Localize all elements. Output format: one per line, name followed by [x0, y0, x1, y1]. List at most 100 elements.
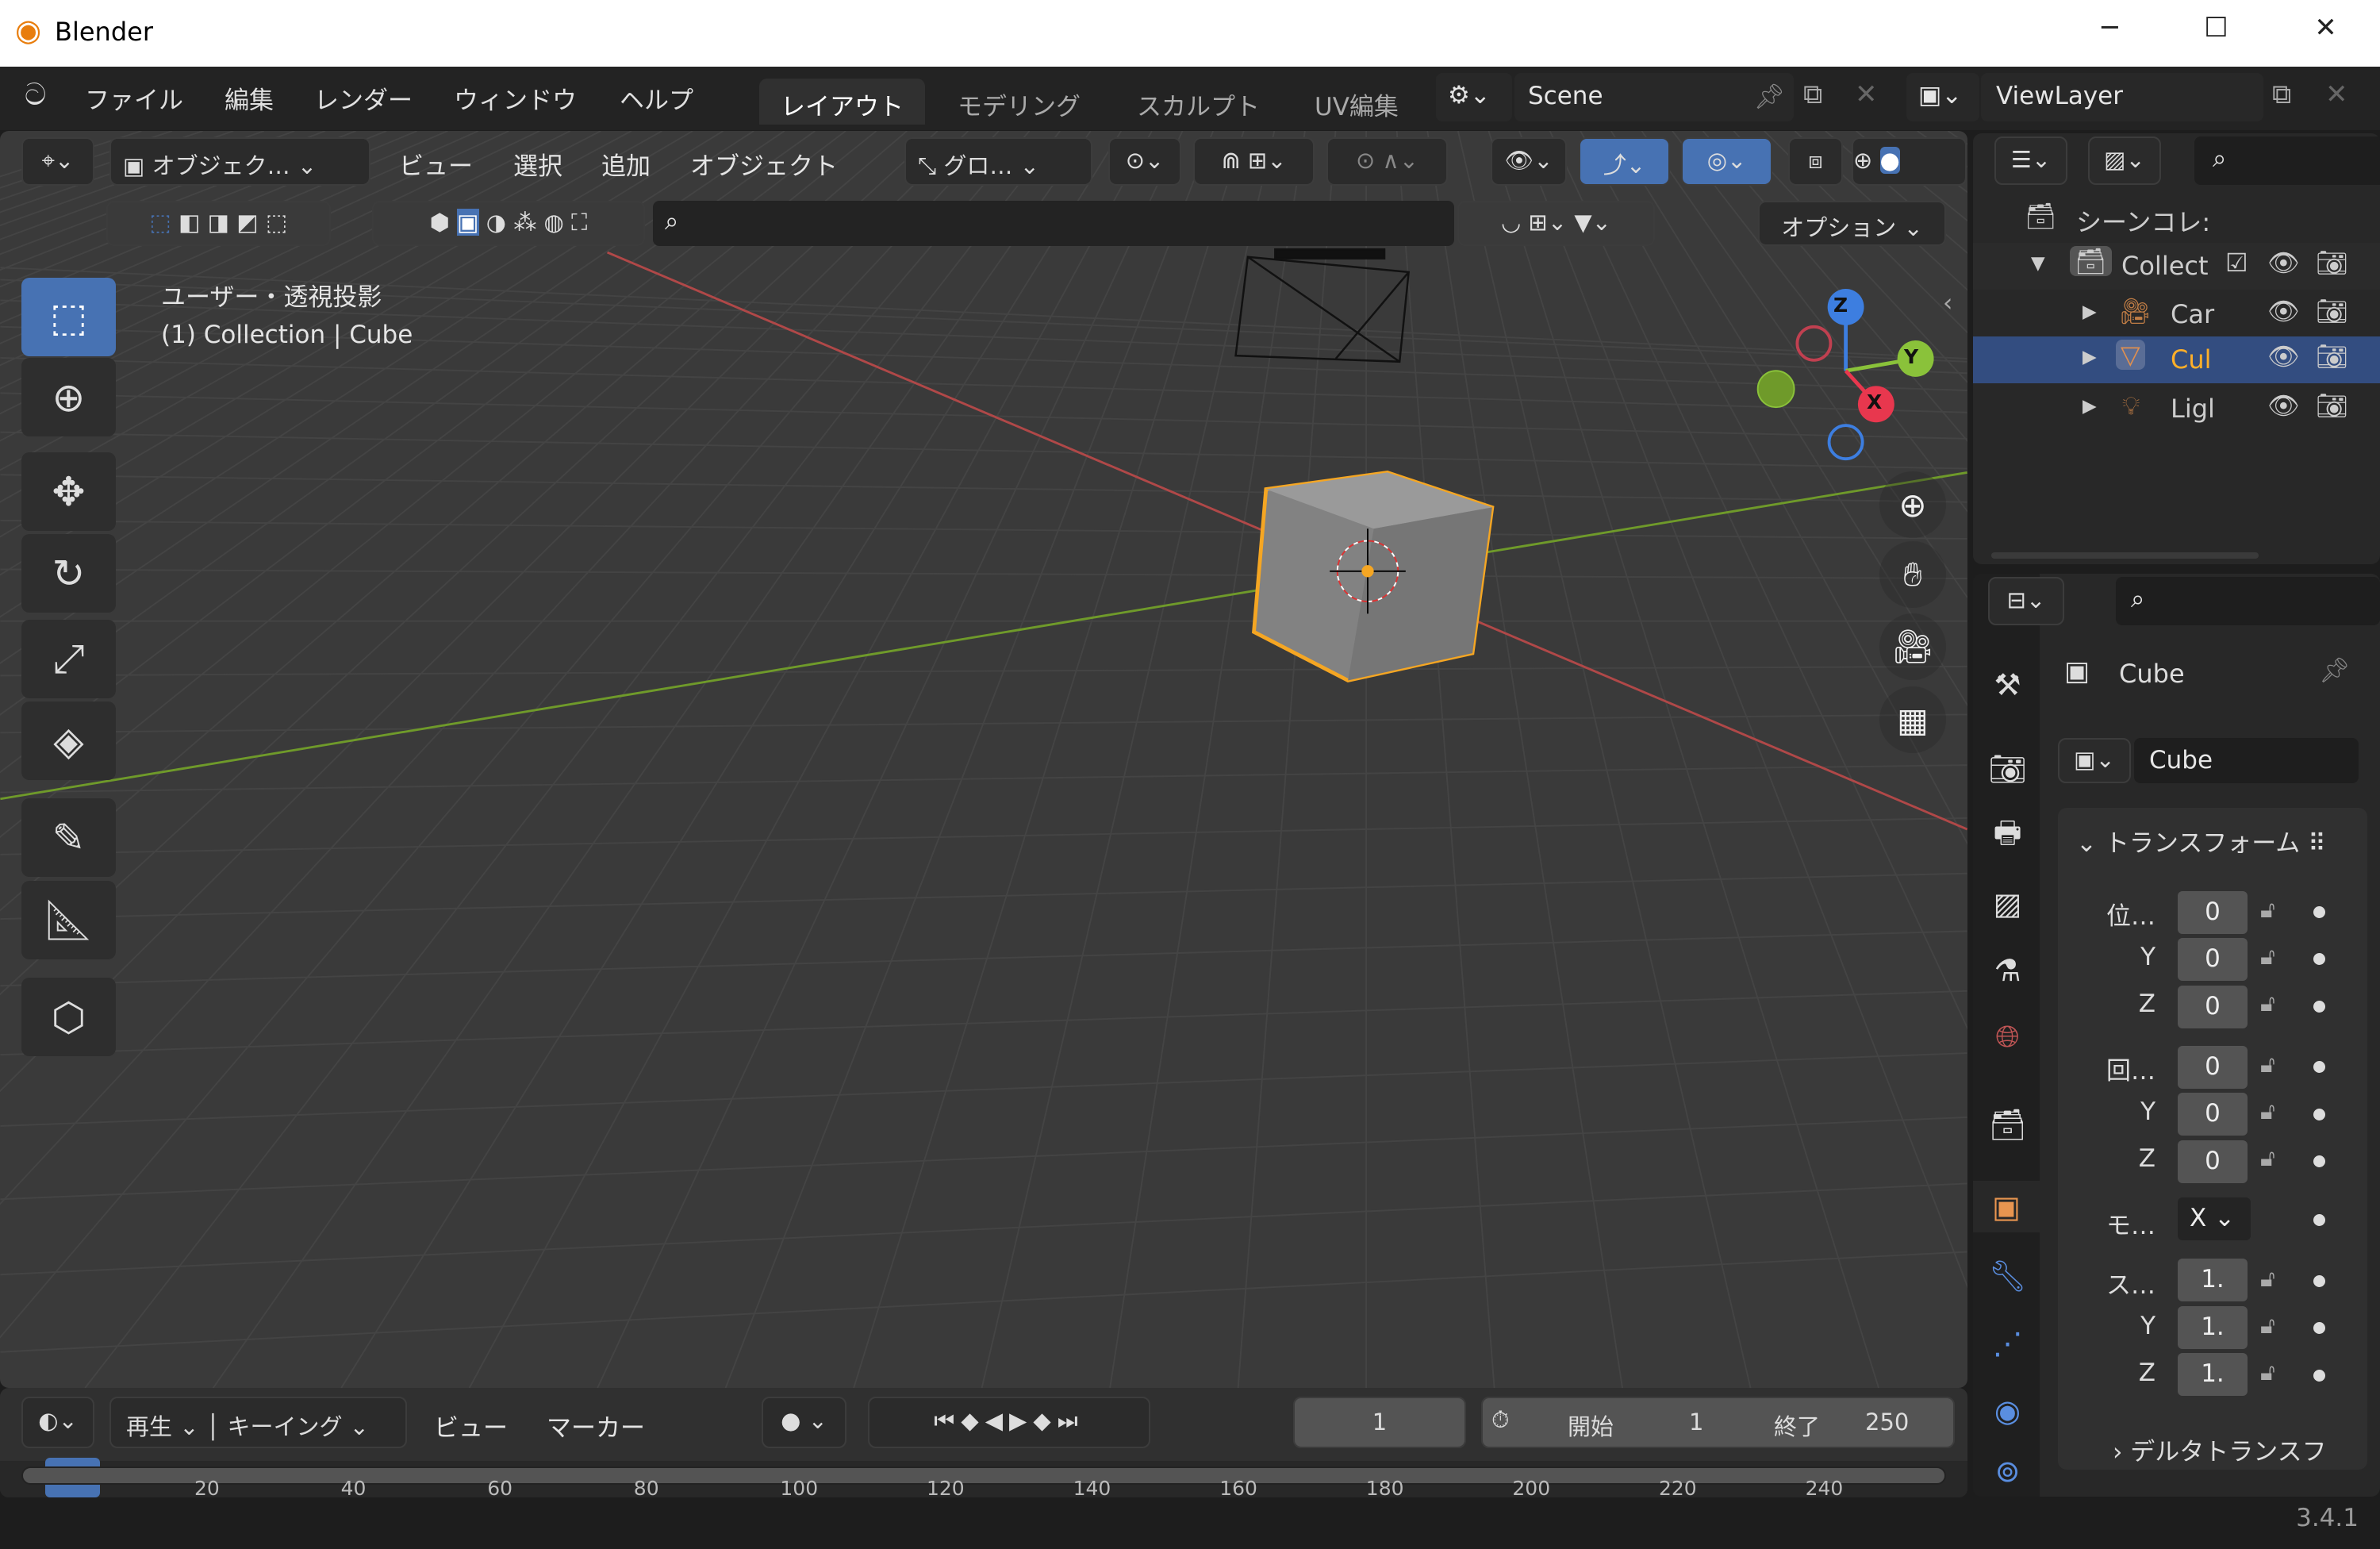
- outliner-search-input[interactable]: ⌕: [2194, 136, 2380, 185]
- perspective-toggle-icon[interactable]: ▦: [1879, 686, 1946, 753]
- snap-button[interactable]: ⋒ ⊞⌄: [1193, 137, 1315, 186]
- keyframe-dot-icon[interactable]: [2313, 1322, 2325, 1334]
- overlay-toggle-button[interactable]: ◎⌄: [1681, 137, 1772, 186]
- select-box-tool-icon[interactable]: ⬚: [21, 278, 116, 356]
- pivot-point-button[interactable]: ⊙⌄: [1108, 137, 1181, 186]
- rotation-mode-dropdown[interactable]: X ⌄: [2178, 1197, 2251, 1240]
- view-layer-selector-icon[interactable]: ▣⌄: [1906, 73, 1979, 121]
- lock-icon[interactable]: 🔓︎: [2260, 1265, 2275, 1293]
- eye-icon[interactable]: 👁︎: [2267, 248, 2300, 278]
- scene-name-field[interactable]: Scene 📌︎: [1514, 73, 1794, 121]
- eye-icon[interactable]: 👁︎: [2267, 390, 2300, 421]
- tab-sculpt[interactable]: スカルプト: [1115, 79, 1281, 125]
- display-mode-button[interactable]: ▨⌄: [2088, 136, 2161, 185]
- minimize-button[interactable]: ─: [2079, 12, 2140, 44]
- mode-selector[interactable]: ▣ オブジェク… ⌄: [109, 137, 370, 186]
- end-frame-field[interactable]: 250: [1865, 1409, 1909, 1436]
- preview-range-icon[interactable]: ⏱: [1491, 1406, 1510, 1434]
- menu-view[interactable]: ビュー: [434, 1408, 508, 1443]
- render-tab-icon[interactable]: 📷︎: [1985, 744, 2030, 795]
- tab-layout[interactable]: レイアウト: [759, 79, 925, 125]
- camera-render-icon[interactable]: 📷︎: [2316, 390, 2348, 421]
- visibility-button[interactable]: 👁︎⌄: [1491, 137, 1567, 186]
- add-cube-tool-icon[interactable]: ⬡: [21, 978, 116, 1056]
- menu-playback[interactable]: 再生: [126, 1413, 172, 1440]
- keyframe-dot-icon[interactable]: [2313, 953, 2325, 965]
- exclude-checkbox[interactable]: ☑: [2225, 248, 2248, 278]
- menu-render[interactable]: レンダー: [314, 80, 413, 116]
- expand-arrow-icon[interactable]: ▶: [2082, 302, 2097, 322]
- object-tab-icon[interactable]: ▣: [1973, 1181, 2040, 1232]
- menu-file[interactable]: ファイル: [85, 80, 183, 116]
- menu-keying[interactable]: キーイング: [227, 1413, 342, 1440]
- output-tab-icon[interactable]: 🖶: [1985, 810, 2030, 862]
- transform-orientation-selector[interactable]: ⤡ グロ… ⌄: [904, 137, 1092, 186]
- tab-modeling[interactable]: モデリング: [936, 79, 1102, 125]
- lock-icon[interactable]: 🔓︎: [2260, 1312, 2275, 1340]
- rotation-z-field[interactable]: 0: [2178, 1140, 2248, 1183]
- play-reverse-icon[interactable]: ◀: [985, 1407, 1009, 1434]
- expand-arrow-icon[interactable]: ▶: [2082, 396, 2097, 417]
- viewport-search-input[interactable]: ⌕: [653, 201, 1454, 246]
- collection-tab-icon[interactable]: 🗃︎: [1985, 1099, 2030, 1151]
- current-frame-field[interactable]: 1: [1293, 1397, 1466, 1448]
- outliner-item-cube[interactable]: ▶ ▽ Cul 👁︎ 📷︎: [1973, 336, 2380, 383]
- scale-z-field[interactable]: 1.: [2178, 1353, 2248, 1396]
- delta-transform-panel-header[interactable]: › デルタトランスフ: [2113, 1432, 2327, 1467]
- scene-tab-icon[interactable]: ⚗: [1985, 944, 2030, 996]
- physics-tab-icon[interactable]: ◉: [1985, 1385, 2030, 1436]
- sidebar-toggle-icon[interactable]: ‹: [1943, 289, 1952, 317]
- view-layer-field[interactable]: ViewLayer: [1981, 73, 2263, 121]
- rotation-x-field[interactable]: 0: [2178, 1046, 2248, 1089]
- camera-render-icon[interactable]: 📷︎: [2316, 248, 2348, 278]
- cursor-tool-icon[interactable]: ⊕: [21, 358, 116, 436]
- lock-icon[interactable]: 🔓︎: [2260, 1144, 2275, 1172]
- jump-start-icon[interactable]: ⏮: [934, 1407, 961, 1434]
- close-button[interactable]: ✕: [2295, 12, 2356, 44]
- rotation-y-field[interactable]: 0: [2178, 1093, 2248, 1136]
- object-name-field[interactable]: Cube: [2134, 738, 2359, 783]
- view-layer-tab-icon[interactable]: ▨: [1985, 878, 2030, 929]
- keyframe-dot-icon[interactable]: [2313, 1275, 2325, 1287]
- editor-type-button[interactable]: ⌖⌄: [21, 137, 94, 186]
- outliner-item-camera[interactable]: ▶ 🎥︎ Car 👁︎ 📷︎: [1973, 291, 2380, 338]
- gizmo-toggle-button[interactable]: ⤴⌄: [1579, 137, 1670, 186]
- keyframe-dot-icon[interactable]: [2313, 1370, 2325, 1382]
- menu-help[interactable]: ヘルプ: [620, 80, 693, 116]
- delete-view-layer-icon[interactable]: ✕: [2325, 79, 2348, 110]
- keyframe-dot-icon[interactable]: [2313, 906, 2325, 918]
- menu-window[interactable]: ウィンドウ: [454, 80, 577, 116]
- scene-selector-icon[interactable]: ⚙︎⌄: [1436, 73, 1512, 121]
- camera-render-icon[interactable]: 📷︎: [2316, 296, 2348, 326]
- world-tab-icon[interactable]: 🌐︎: [1985, 1011, 2030, 1063]
- next-keyframe-icon[interactable]: ◆: [1033, 1407, 1057, 1434]
- keyframe-dot-icon[interactable]: [2313, 1001, 2325, 1013]
- lock-icon[interactable]: 🔓︎: [2260, 896, 2275, 924]
- shading-buttons[interactable]: ⊕ ●: [1852, 137, 1967, 186]
- measure-tool-icon[interactable]: 📐︎: [21, 881, 116, 959]
- options-dropdown[interactable]: オプション ⌄: [1758, 201, 1946, 246]
- pan-hand-icon[interactable]: ✋︎: [1879, 541, 1946, 608]
- timeline-editor-type-button[interactable]: ◐⌄: [21, 1397, 94, 1448]
- menu-select[interactable]: 選択: [513, 146, 562, 182]
- outliner-editor-type-button[interactable]: ☰⌄: [1994, 136, 2067, 185]
- menu-add[interactable]: 追加: [601, 146, 651, 182]
- menu-edit[interactable]: 編集: [225, 80, 274, 116]
- filter-buttons[interactable]: ◡ ⊞⌄ ▼⌄: [1457, 201, 1655, 246]
- gizmo-z-label[interactable]: Z: [1833, 294, 1848, 317]
- scale-y-field[interactable]: 1.: [2178, 1306, 2248, 1349]
- constraints-tab-icon[interactable]: ⊚: [1985, 1445, 2030, 1497]
- xray-button[interactable]: ⧈: [1788, 137, 1843, 186]
- menu-view[interactable]: ビュー: [399, 146, 473, 182]
- lock-icon[interactable]: 🔓︎: [2260, 1359, 2275, 1386]
- shading-mode-buttons[interactable]: ⬢ ▣ ◑ ⁂ ◍ ⛶: [372, 201, 645, 246]
- properties-editor-type-button[interactable]: ⊟⌄: [1988, 577, 2064, 625]
- location-y-field[interactable]: 0: [2178, 938, 2248, 981]
- expand-arrow-icon[interactable]: ▼: [2031, 253, 2045, 274]
- menu-object[interactable]: オブジェクト: [690, 146, 838, 182]
- jump-end-icon[interactable]: ⏭: [1058, 1407, 1084, 1434]
- menu-marker[interactable]: マーカー: [547, 1408, 645, 1443]
- expand-arrow-icon[interactable]: ▶: [2082, 347, 2097, 367]
- new-view-layer-icon[interactable]: ⧉: [2272, 79, 2291, 110]
- eye-icon[interactable]: 👁︎: [2267, 341, 2300, 371]
